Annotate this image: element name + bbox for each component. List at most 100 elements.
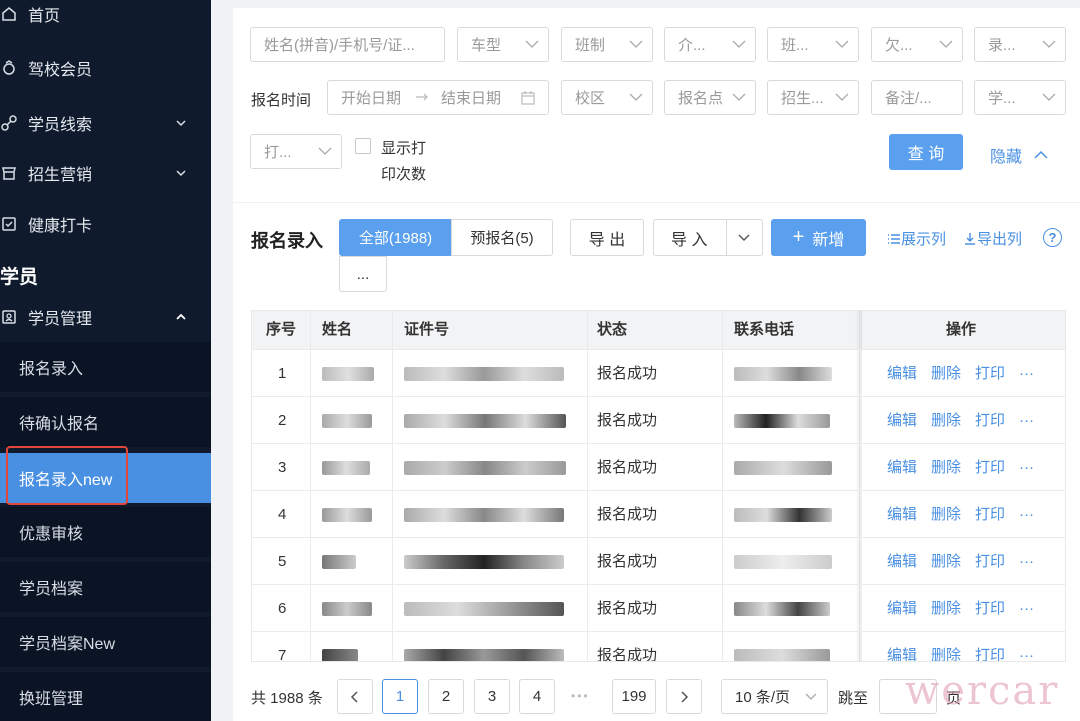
more-actions-icon[interactable]: ···: [1019, 553, 1034, 570]
study-select[interactable]: 学...: [974, 80, 1066, 115]
vehicle-type-select[interactable]: 车型: [457, 27, 549, 62]
edit-link[interactable]: 编辑: [887, 459, 917, 476]
edit-link[interactable]: 编辑: [887, 647, 917, 661]
cell-status: 报名成功: [597, 506, 658, 523]
chevron-down-icon: [629, 93, 643, 101]
print-link[interactable]: 打印: [975, 506, 1005, 523]
print-select[interactable]: 打...: [250, 134, 342, 169]
end-date-input[interactable]: 结束日期: [441, 87, 501, 108]
sidebar-item-home[interactable]: 首页: [0, 0, 211, 34]
date-range-picker[interactable]: 开始日期 结束日期: [327, 80, 549, 115]
sidebar-item-label: 驾校会员: [28, 62, 93, 79]
page-button-last[interactable]: 199: [612, 679, 656, 714]
show-print-count-label: 显示打 印次数: [381, 136, 426, 188]
page-button[interactable]: 4: [519, 679, 555, 714]
cell-actions: 编辑 删除 打印 ···: [887, 444, 1048, 491]
registration-point-select[interactable]: 报名点: [664, 80, 756, 115]
campus-select[interactable]: 校区: [561, 80, 653, 115]
tab-more[interactable]: ...: [339, 256, 387, 292]
export-columns-link[interactable]: 导出列: [963, 228, 1022, 249]
chevron-down-icon[interactable]: [738, 233, 750, 242]
page-button[interactable]: 1: [382, 679, 418, 714]
edit-link[interactable]: 编辑: [887, 506, 917, 523]
pagination-ellipsis[interactable]: •••: [571, 689, 590, 703]
edit-link[interactable]: 编辑: [887, 600, 917, 617]
sidebar-group-student-management[interactable]: 学员管理: [0, 297, 211, 337]
print-link[interactable]: 打印: [975, 553, 1005, 570]
sidebar-item-student-archive[interactable]: 学员档案: [0, 562, 211, 612]
print-link[interactable]: 打印: [975, 600, 1005, 617]
cell-name-redacted: [322, 538, 356, 585]
table-row: 2 报名成功 编辑 删除 打印 ···: [252, 396, 1065, 444]
more-actions-icon[interactable]: ···: [1019, 506, 1034, 523]
start-date-input[interactable]: 开始日期: [341, 87, 401, 108]
delete-link[interactable]: 删除: [931, 459, 961, 476]
link-label: 导出列: [977, 231, 1023, 248]
show-columns-link[interactable]: 展示列: [887, 228, 946, 249]
jump-label: 跳至: [838, 690, 869, 707]
sidebar-item-marketing[interactable]: 招生营销: [0, 153, 211, 193]
help-icon[interactable]: ?: [1043, 228, 1062, 247]
delete-link[interactable]: 删除: [931, 647, 961, 661]
edit-link[interactable]: 编辑: [887, 365, 917, 382]
arrow-right-icon: [415, 89, 429, 106]
link-icon: [0, 114, 18, 132]
export-button[interactable]: 导 出: [570, 219, 644, 256]
more-actions-icon[interactable]: ···: [1019, 365, 1034, 382]
delete-link[interactable]: 删除: [931, 600, 961, 617]
hide-filters-link[interactable]: 隐藏: [990, 143, 1048, 167]
edit-link[interactable]: 编辑: [887, 412, 917, 429]
delete-link[interactable]: 删除: [931, 365, 961, 382]
print-link[interactable]: 打印: [975, 647, 1005, 661]
tab-all[interactable]: 全部(1988): [339, 219, 452, 256]
next-page-button[interactable]: [666, 679, 702, 714]
more-actions-icon[interactable]: ···: [1019, 647, 1034, 661]
delete-link[interactable]: 删除: [931, 412, 961, 429]
query-button[interactable]: 查 询: [889, 134, 963, 170]
watermark: wercar: [905, 668, 1060, 714]
entry-select[interactable]: 录...: [974, 27, 1066, 62]
sidebar-item-pending-registration[interactable]: 待确认报名: [0, 397, 211, 447]
delete-link[interactable]: 删除: [931, 553, 961, 570]
cell-status: 报名成功: [597, 553, 658, 570]
arrears-select[interactable]: 欠...: [871, 27, 963, 62]
registration-table: 序号 姓名 证件号 状态 联系电话 操作 1 报名成功 编辑 删除 打印 ··· 2 …: [251, 310, 1066, 662]
delete-link[interactable]: 删除: [931, 506, 961, 523]
cell-status: 报名成功: [597, 412, 658, 429]
select-placeholder: 班...: [781, 37, 809, 54]
more-actions-icon[interactable]: ···: [1019, 459, 1034, 476]
import-button[interactable]: 导 入: [653, 219, 763, 256]
add-button[interactable]: + 新增: [771, 219, 866, 256]
more-actions-icon[interactable]: ···: [1019, 600, 1034, 617]
cell-name-redacted: [322, 397, 372, 444]
tab-pre-registration[interactable]: 预报名(5): [451, 219, 553, 256]
cell-name-redacted: [322, 632, 358, 661]
sidebar-item-student-archive-new[interactable]: 学员档案New: [0, 617, 211, 667]
sidebar-item-discount-review[interactable]: 优惠审核: [0, 507, 211, 557]
search-input[interactable]: 姓名(拼音)/手机号/证...: [250, 27, 445, 62]
print-link[interactable]: 打印: [975, 365, 1005, 382]
print-link[interactable]: 打印: [975, 459, 1005, 476]
more-actions-icon[interactable]: ···: [1019, 412, 1034, 429]
sidebar-item-leads[interactable]: 学员线索: [0, 103, 211, 143]
recruiter-select[interactable]: 招生...: [767, 80, 859, 115]
page-size-select[interactable]: 10 条/页: [721, 679, 828, 714]
introducer-select[interactable]: 介...: [664, 27, 756, 62]
column-header-status: 状态: [597, 321, 628, 338]
remark-input[interactable]: 备注/...: [871, 80, 963, 115]
sidebar-item-health[interactable]: 健康打卡: [0, 204, 211, 244]
show-print-count-checkbox[interactable]: [355, 138, 371, 154]
prev-page-button[interactable]: [337, 679, 373, 714]
member-icon: [0, 59, 18, 77]
sidebar-item-class-change[interactable]: 换班管理: [0, 672, 211, 721]
page-button[interactable]: 3: [474, 679, 510, 714]
page-button[interactable]: 2: [428, 679, 464, 714]
sidebar-item-member[interactable]: 驾校会员: [0, 48, 211, 88]
link-label: 展示列: [901, 231, 947, 248]
class-system-select[interactable]: 班制: [561, 27, 653, 62]
class-select[interactable]: 班...: [767, 27, 859, 62]
print-link[interactable]: 打印: [975, 412, 1005, 429]
select-placeholder: 打...: [264, 144, 292, 161]
sidebar-item-registration[interactable]: 报名录入: [0, 342, 211, 392]
edit-link[interactable]: 编辑: [887, 553, 917, 570]
